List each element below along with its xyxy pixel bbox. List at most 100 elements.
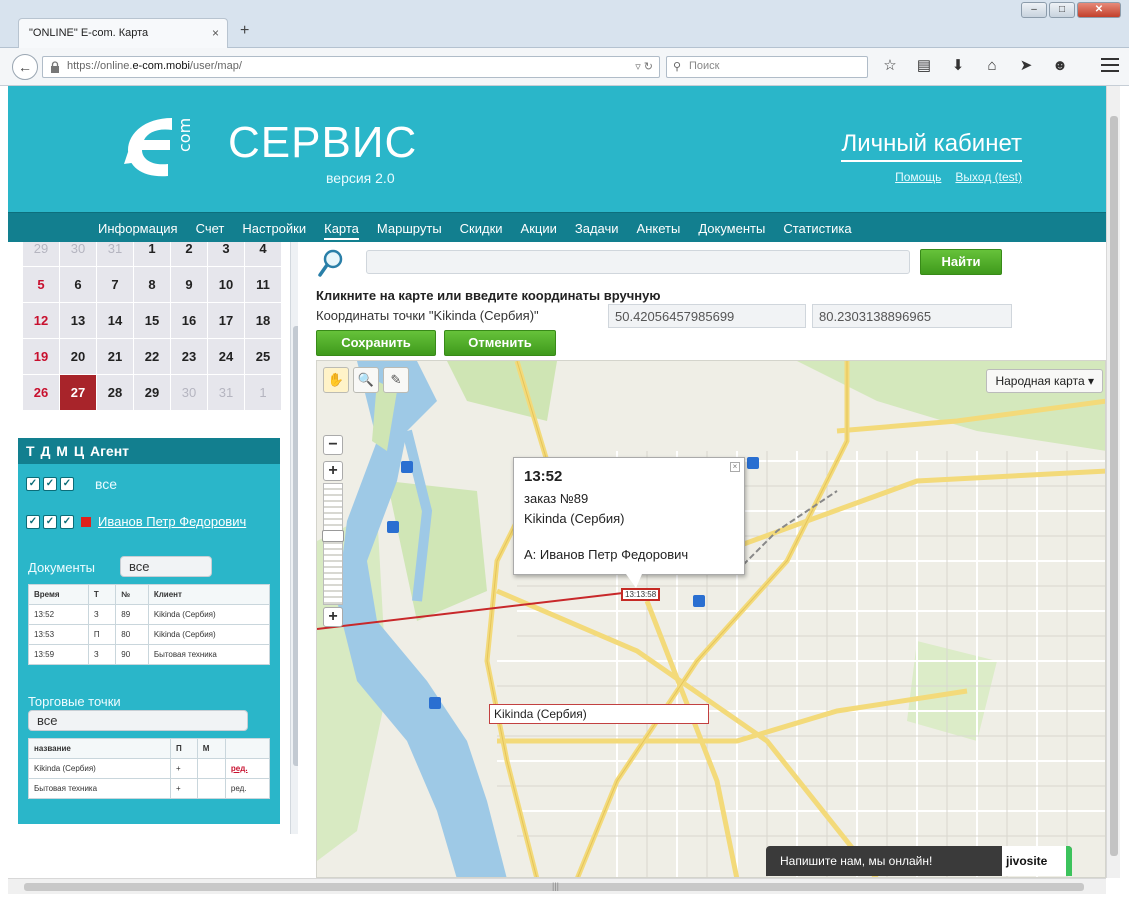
points-filter-select[interactable]: все xyxy=(28,710,248,731)
calendar-day[interactable]: 21 xyxy=(96,338,134,375)
browser-tab[interactable]: "ONLINE" E-com. Карта × xyxy=(18,18,228,48)
cancel-button[interactable]: Отменить xyxy=(444,330,556,356)
hand-pan-icon[interactable]: ✋ xyxy=(323,367,349,393)
tab-close-icon[interactable]: × xyxy=(212,26,219,40)
edit-link[interactable]: ред. xyxy=(224,758,271,779)
chat-widget[interactable]: Напишите нам, мы онлайн! jivosite xyxy=(766,846,1072,876)
calendar-day[interactable]: 29 xyxy=(22,242,60,267)
calendar-day[interactable]: 24 xyxy=(207,338,245,375)
zoom-in-bottom-button[interactable]: + xyxy=(323,607,343,627)
calendar-day[interactable]: 7 xyxy=(96,266,134,303)
zoom-slider-thumb[interactable] xyxy=(322,530,344,542)
calendar-day[interactable]: 12 xyxy=(22,302,60,339)
menu-item-settings[interactable]: Настройки xyxy=(242,221,306,240)
calendar-day[interactable]: 20 xyxy=(59,338,97,375)
calendar-day[interactable]: 1 xyxy=(244,374,282,411)
new-tab-button[interactable]: + xyxy=(240,22,249,40)
map-place-label[interactable]: Kikinda (Сербия) xyxy=(489,704,709,724)
table-row[interactable]: 13:52 З 89 Kikinda (Сербия) xyxy=(28,604,271,625)
calendar-day[interactable]: 8 xyxy=(133,266,171,303)
calendar-day[interactable]: 14 xyxy=(96,302,134,339)
calendar-day[interactable]: 1 xyxy=(133,242,171,267)
calendar-day[interactable]: 13 xyxy=(59,302,97,339)
agent-all-label[interactable]: все xyxy=(95,476,117,492)
checkbox-m[interactable]: ✓ xyxy=(60,514,74,529)
menu-item-routes[interactable]: Маршруты xyxy=(377,221,442,240)
calendar-day[interactable]: 10 xyxy=(207,266,245,303)
logout-link[interactable]: Выход (test) xyxy=(955,170,1022,184)
help-link[interactable]: Помощь xyxy=(895,170,941,184)
clipboard-icon[interactable]: ▤ xyxy=(914,56,934,76)
checkbox-m[interactable]: ✓ xyxy=(60,477,74,491)
calendar-day[interactable]: 2 xyxy=(170,242,208,267)
calendar-day[interactable]: 31 xyxy=(96,242,134,267)
save-button[interactable]: Сохранить xyxy=(316,330,436,356)
calendar-day[interactable]: 23 xyxy=(170,338,208,375)
back-button[interactable]: ← xyxy=(12,54,38,80)
menu-item-documents[interactable]: Документы xyxy=(698,221,765,240)
calendar-day[interactable]: 30 xyxy=(170,374,208,411)
latitude-input[interactable]: 50.42056457985699 xyxy=(608,304,806,328)
calendar-day[interactable]: 4 xyxy=(244,242,282,267)
page-horizontal-scrollbar[interactable]: ||| xyxy=(8,878,1106,894)
longitude-input[interactable]: 80.2303138896965 xyxy=(812,304,1012,328)
magnifier-icon[interactable] xyxy=(318,248,344,278)
edit-link[interactable]: ред. xyxy=(224,778,271,799)
table-row[interactable]: Бытовая техника + ред. xyxy=(28,778,271,799)
reload-icon[interactable]: ▿ ↻ xyxy=(635,60,653,73)
calendar-day-today[interactable]: 27 xyxy=(59,374,97,411)
table-row[interactable]: Kikinda (Сербия) + ред. xyxy=(28,758,271,779)
calendar-day[interactable]: 18 xyxy=(244,302,282,339)
menu-item-map[interactable]: Карта xyxy=(324,221,359,240)
maximize-button[interactable]: □ xyxy=(1049,2,1075,18)
menu-item-surveys[interactable]: Анкеты xyxy=(637,221,681,240)
documents-filter-select[interactable]: все xyxy=(120,556,212,577)
zoom-out-button[interactable]: − xyxy=(323,435,343,455)
calendar-day[interactable]: 16 xyxy=(170,302,208,339)
browser-search-input[interactable]: ⚲ Поиск xyxy=(666,56,868,78)
menu-item-promos[interactable]: Акции xyxy=(521,221,557,240)
calendar-day[interactable]: 26 xyxy=(22,374,60,411)
checkbox-d[interactable]: ✓ xyxy=(43,514,57,529)
address-bar[interactable]: https://online.e-com.mobi/user/map/ ▿ ↻ xyxy=(42,56,660,78)
checkbox-d[interactable]: ✓ xyxy=(43,477,57,491)
calendar-day[interactable]: 11 xyxy=(244,266,282,303)
balloon-close-icon[interactable]: × xyxy=(730,462,740,472)
agent-name-link[interactable]: Иванов Петр Федорович xyxy=(98,514,246,529)
left-panel-scrollbar[interactable] xyxy=(290,242,298,834)
zoom-area-icon[interactable]: 🔍 xyxy=(353,367,379,393)
address-search-input[interactable] xyxy=(366,250,910,274)
calendar-day[interactable]: 15 xyxy=(133,302,171,339)
download-icon[interactable]: ⬇ xyxy=(948,56,968,76)
calendar-day[interactable]: 30 xyxy=(59,242,97,267)
calendar-day[interactable]: 29 xyxy=(133,374,171,411)
menu-item-account[interactable]: Счет xyxy=(196,221,225,240)
send-icon[interactable]: ➤ xyxy=(1016,56,1036,76)
calendar-day[interactable]: 3 xyxy=(207,242,245,267)
checkbox-t[interactable]: ✓ xyxy=(26,514,40,529)
calendar-day[interactable]: 6 xyxy=(59,266,97,303)
home-icon[interactable]: ⌂ xyxy=(982,56,1002,76)
map-marker-time[interactable]: 13:13:58 xyxy=(621,588,661,601)
bookmark-star-icon[interactable]: ☆ xyxy=(880,56,900,76)
find-button[interactable]: Найти xyxy=(920,249,1002,275)
table-row[interactable]: 13:53 П 80 Kikinda (Сербия) xyxy=(28,624,271,645)
zoom-slider[interactable] xyxy=(322,483,344,605)
menu-item-statistics[interactable]: Статистика xyxy=(783,221,851,240)
menu-item-info[interactable]: Информация xyxy=(98,221,178,240)
map-canvas[interactable]: ✋ 🔍 ✎ Народная карта ▾ − + + × 13:52 зак… xyxy=(316,360,1106,878)
calendar-day[interactable]: 25 xyxy=(244,338,282,375)
minimize-button[interactable]: – xyxy=(1021,2,1047,18)
calendar-day[interactable]: 5 xyxy=(22,266,60,303)
calendar-day[interactable]: 22 xyxy=(133,338,171,375)
close-window-button[interactable]: ✕ xyxy=(1077,2,1121,18)
calendar-day[interactable]: 31 xyxy=(207,374,245,411)
personal-cabinet-link[interactable]: Личный кабинет xyxy=(841,130,1022,162)
calendar-day[interactable]: 17 xyxy=(207,302,245,339)
page-vertical-scrollbar[interactable] xyxy=(1106,86,1120,878)
calendar-day[interactable]: 9 xyxy=(170,266,208,303)
calendar-day[interactable]: 19 xyxy=(22,338,60,375)
calendar-day[interactable]: 28 xyxy=(96,374,134,411)
ruler-icon[interactable]: ✎ xyxy=(383,367,409,393)
menu-item-discounts[interactable]: Скидки xyxy=(460,221,503,240)
